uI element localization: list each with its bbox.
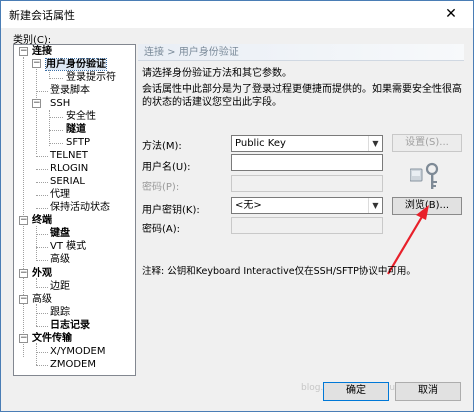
tree-item-advanced[interactable]: 高级 <box>32 294 52 306</box>
description-line-1: 请选择身份验证方法和其它参数。 <box>142 68 292 79</box>
user-key-label: 用户密钥(K): <box>142 205 200 216</box>
breadcrumb: 连接 > 用户身份验证 <box>138 44 464 61</box>
category-tree[interactable]: − 连接 − 用户身份验证 登录提示符 登录脚本 − SSH 安全性 隧道 SF… <box>13 44 136 376</box>
settings-button[interactable]: 设置(S)... <box>392 134 462 152</box>
expander-advanced[interactable]: − <box>19 295 28 304</box>
tree-item-serial[interactable]: SERIAL <box>50 176 85 188</box>
tree-item-ssh[interactable]: SSH <box>50 98 70 110</box>
tree-item-proxy[interactable]: 代理 <box>50 189 70 201</box>
expander-terminal[interactable]: − <box>19 216 28 225</box>
note-text: 注释: 公钥和Keyboard Interactive仅在SSH/SFTP协议中… <box>142 266 416 277</box>
tree-item-advanced-terminal[interactable]: 高级 <box>50 254 70 266</box>
tree-item-log[interactable]: 日志记录 <box>50 320 90 332</box>
password-label: 密码(P): <box>142 182 180 193</box>
tree-item-login-prompt[interactable]: 登录提示符 <box>66 72 116 84</box>
method-select-value: Public Key <box>235 138 286 149</box>
user-key-select[interactable]: <无> ▼ <box>231 197 383 214</box>
tree-item-margin[interactable]: 边距 <box>50 281 70 293</box>
expander-connection[interactable]: − <box>19 47 28 56</box>
cancel-button[interactable]: 取消 <box>395 382 461 401</box>
tree-item-sftp[interactable]: SFTP <box>66 137 90 149</box>
ok-button[interactable]: 确定 <box>323 382 389 401</box>
key-icon <box>410 162 439 189</box>
expander-ssh[interactable]: − <box>32 99 41 108</box>
tree-item-xymodem[interactable]: X/YMODEM <box>50 346 105 358</box>
tree-item-rlogin[interactable]: RLOGIN <box>50 163 88 175</box>
method-select[interactable]: Public Key ▼ <box>231 135 383 152</box>
tree-item-zmodem[interactable]: ZMODEM <box>50 359 96 371</box>
user-key-select-value: <无> <box>235 200 262 211</box>
expander-appearance[interactable]: − <box>19 269 28 278</box>
passphrase-label: 密码(A): <box>142 224 181 235</box>
method-label: 方法(M): <box>142 141 182 152</box>
tree-item-login-script[interactable]: 登录脚本 <box>50 85 90 97</box>
tree-item-user-auth[interactable]: 用户身份验证 <box>45 58 107 71</box>
expander-file-transfer[interactable]: − <box>19 334 28 343</box>
tree-item-file-transfer[interactable]: 文件传输 <box>32 333 72 345</box>
tree-item-keyboard[interactable]: 键盘 <box>50 228 70 240</box>
password-input[interactable] <box>231 175 383 192</box>
username-input[interactable] <box>231 154 383 171</box>
description-line-3: 的状态的话建议您空出此字段。 <box>142 97 282 108</box>
tree-item-connection[interactable]: 连接 <box>32 46 52 58</box>
tree-item-trace[interactable]: 跟踪 <box>50 307 70 319</box>
window-title: 新建会话属性 <box>9 9 75 22</box>
tree-item-terminal[interactable]: 终端 <box>32 215 52 227</box>
tree-item-security[interactable]: 安全性 <box>66 111 96 123</box>
chevron-down-icon: ▼ <box>368 136 382 151</box>
username-label: 用户名(U): <box>142 162 191 173</box>
expander-user-auth[interactable]: − <box>32 59 41 68</box>
tree-item-keepalive[interactable]: 保持活动状态 <box>50 202 110 214</box>
close-icon[interactable]: ✕ <box>429 1 473 28</box>
tree-item-tunnel[interactable]: 隧道 <box>66 124 86 136</box>
dialog-window: 新建会话属性 ✕ 类别(C): − 连接 − 用户身份验证 登录提示符 登录脚本… <box>0 0 474 412</box>
tree-item-vt-mode[interactable]: VT 模式 <box>50 241 86 253</box>
tree-item-telnet[interactable]: TELNET <box>50 150 88 162</box>
title-bar: 新建会话属性 ✕ <box>1 1 473 28</box>
tree-item-appearance[interactable]: 外观 <box>32 268 52 280</box>
passphrase-input[interactable] <box>231 217 383 234</box>
description-line-2: 会话属性中此部分是为了登录过程更便捷而提供的。如果需要安全性很高 <box>142 84 462 95</box>
chevron-down-icon: ▼ <box>368 198 382 213</box>
